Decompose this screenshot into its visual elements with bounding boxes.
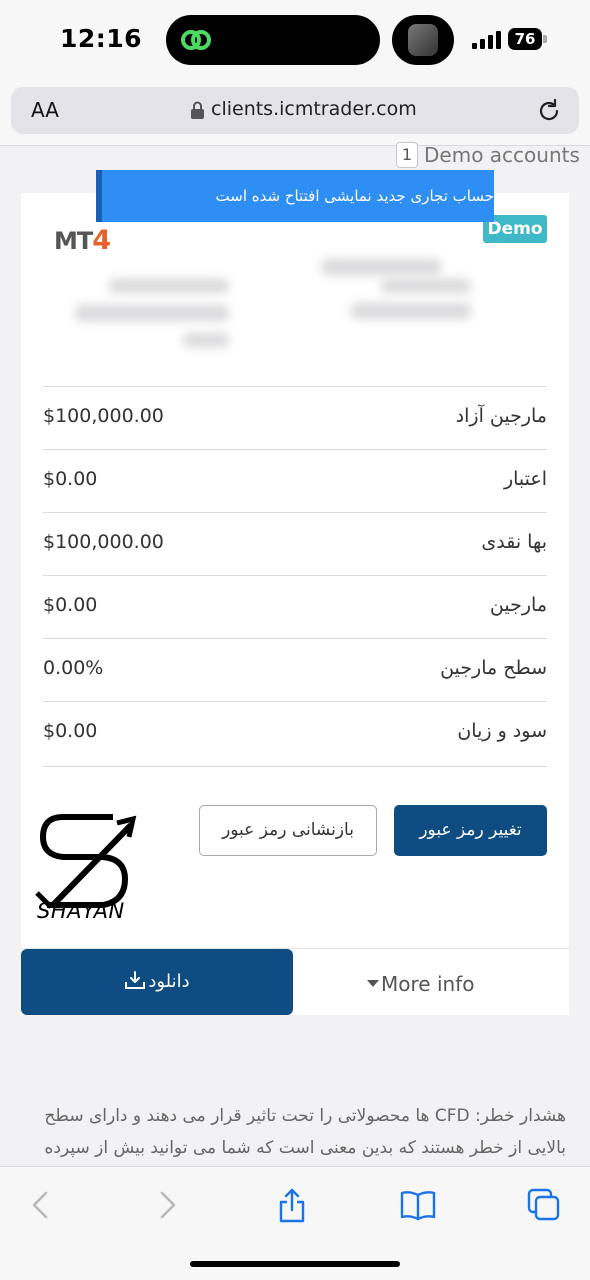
row-label: بها نقدی	[481, 531, 547, 553]
blurred-account-info	[75, 305, 229, 321]
watermark-text: SHAYAN	[37, 899, 125, 923]
mt4-logo: MT4	[54, 225, 111, 256]
browser-address-area: AA clients.icmtrader.com	[0, 80, 590, 146]
account-row: $0.00 سود و زیان	[43, 701, 547, 764]
row-label: مارجین آزاد	[455, 405, 547, 427]
reset-password-button[interactable]: بازنشانی رمز عبور	[199, 805, 377, 856]
camera-activity	[392, 15, 454, 65]
more-info-toggle[interactable]: More info	[367, 972, 474, 996]
link-activity-icon	[181, 30, 211, 50]
reload-icon[interactable]	[536, 98, 562, 124]
account-row: $100,000.00 بها نقدی	[43, 512, 547, 575]
tabs-icon[interactable]	[526, 1187, 562, 1223]
thumbnail-icon	[408, 24, 438, 56]
download-icon	[125, 971, 146, 989]
browser-toolbar	[0, 1166, 590, 1280]
account-row: $100,000.00 مارجین آزاد	[43, 386, 547, 449]
caret-down-icon	[367, 980, 379, 987]
blurred-account-info	[321, 259, 441, 275]
blurred-account-info	[351, 303, 471, 319]
row-value: $0.00	[43, 594, 98, 616]
blurred-account-info	[381, 279, 471, 293]
status-time: 12:16	[60, 24, 143, 53]
account-row: $0.00 اعتبار	[43, 449, 547, 512]
row-value: $0.00	[43, 468, 98, 490]
blurred-account-info	[109, 279, 229, 293]
download-button[interactable]: دانلود	[21, 949, 293, 1015]
mt4-logo-prefix: MT	[54, 227, 93, 255]
account-row: $0.00 مارجین	[43, 575, 547, 638]
row-label: اعتبار	[503, 468, 547, 490]
success-toast: حساب تجاری جدید نمایشی افتتاح شده است	[96, 170, 494, 222]
account-row: 0.00% سطح مارجین	[43, 638, 547, 701]
battery-icon: 76	[508, 28, 542, 50]
bookmarks-icon[interactable]	[400, 1187, 436, 1223]
cellular-signal-icon	[472, 31, 502, 49]
row-label: سطح مارجین	[440, 657, 547, 679]
demo-accounts-count: 1	[396, 142, 418, 168]
status-bar: 12:16 76	[0, 0, 590, 80]
row-value: $0.00	[43, 720, 98, 742]
row-label: سود و زیان	[457, 720, 547, 742]
divider	[43, 766, 547, 767]
back-icon[interactable]	[22, 1187, 58, 1223]
dynamic-island	[166, 15, 380, 65]
download-label: دانلود	[148, 971, 190, 992]
row-value: $100,000.00	[43, 531, 164, 553]
home-indicator	[190, 1261, 400, 1267]
battery-tip	[543, 35, 547, 43]
lock-icon	[191, 101, 204, 119]
account-card: MT4 Demo $100,000.00 مارجین آزاد $0.00 ا…	[21, 193, 569, 1015]
mt4-logo-number: 4	[92, 225, 111, 256]
demo-accounts-label: Demo accounts	[424, 143, 580, 167]
more-info-label: More info	[381, 972, 475, 996]
url-text[interactable]: clients.icmtrader.com	[211, 98, 417, 120]
forward-icon[interactable]	[150, 1187, 186, 1223]
text-size-button[interactable]: AA	[31, 98, 59, 122]
address-bar[interactable]: AA clients.icmtrader.com	[11, 87, 579, 134]
change-password-button[interactable]: تغییر رمز عبور	[394, 805, 547, 856]
risk-warning-text: هشدار خطر: CFD ها محصولاتی را تحت تاثیر …	[44, 1106, 566, 1158]
row-value: 0.00%	[43, 657, 104, 679]
blurred-account-info	[183, 333, 229, 347]
row-label: مارجین	[489, 594, 547, 616]
row-value: $100,000.00	[43, 405, 164, 427]
share-icon[interactable]	[274, 1187, 310, 1223]
